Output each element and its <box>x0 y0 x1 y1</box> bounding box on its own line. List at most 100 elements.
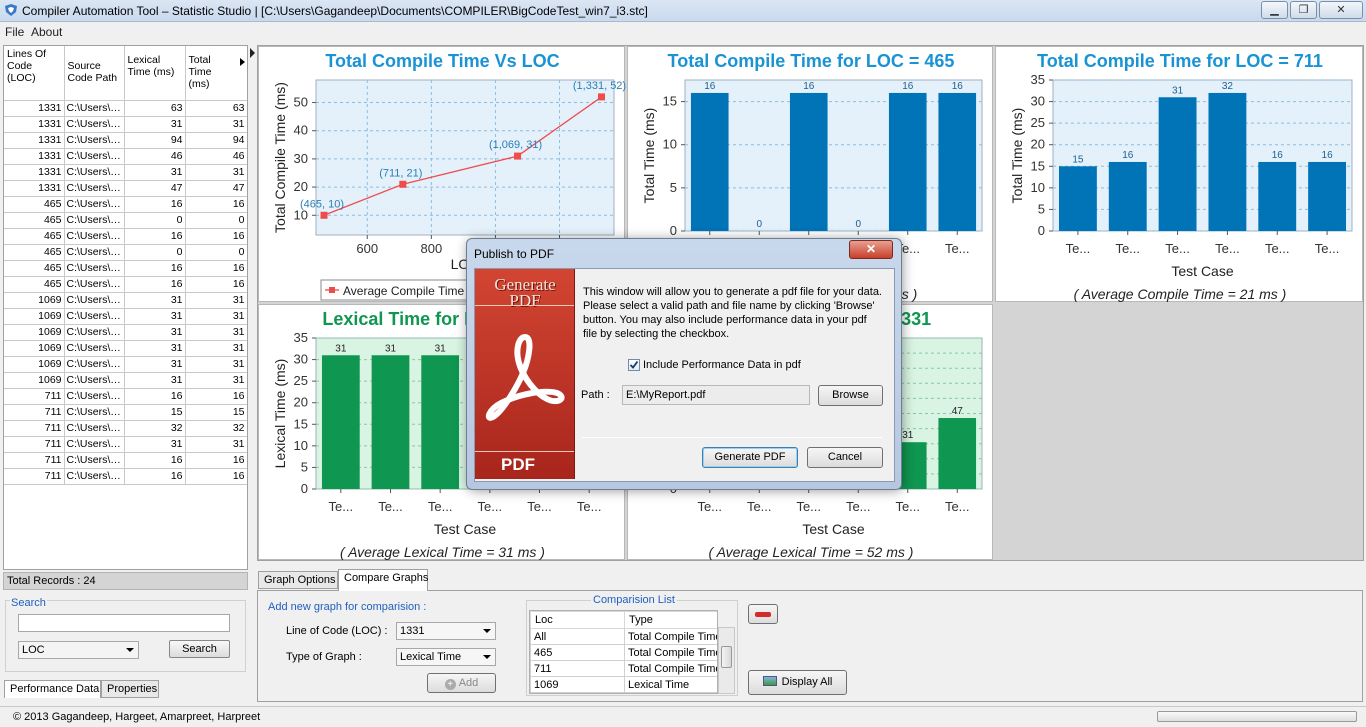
cell-source-path: C:\Users\Gagandeep\Documents <box>64 276 125 293</box>
comparison-row[interactable]: 711 Total Compile Time <box>530 660 717 677</box>
table-row[interactable]: 465C:\Users\Gagandeep\Documents00 <box>4 212 247 229</box>
menu-file[interactable]: File <box>5 25 24 39</box>
cell-loc: 1331 <box>4 180 65 197</box>
picture-icon <box>762 676 777 686</box>
chart-average-label: ( Average Compile Time = 21 ms ) <box>1074 286 1287 302</box>
column-header-loc[interactable]: Lines Of Code (LOC) <box>4 46 65 101</box>
table-row[interactable]: 1331C:\Users\Gagandeep\Documents3131 <box>4 164 247 181</box>
x-axis-label: Test Case <box>802 521 864 537</box>
table-row[interactable]: 1069C:\Users\Gagandeep\Documents3131 <box>4 324 247 341</box>
tab-graph-options[interactable]: Graph Options <box>258 571 338 589</box>
display-all-button[interactable]: Display All <box>748 670 847 695</box>
y-axis-label: Total Time (ms) <box>1009 108 1025 204</box>
comparison-cell-loc: 1331 <box>530 692 625 693</box>
generate-pdf-button[interactable]: Generate PDF <box>702 447 798 468</box>
comparison-row[interactable]: 465 Total Compile Time <box>530 644 717 661</box>
comparison-row[interactable]: 1069 Lexical Time <box>530 676 717 693</box>
cell-total-time: 16 <box>185 468 247 485</box>
search-input[interactable] <box>18 614 230 632</box>
cell-source-path: C:\Users\Gagandeep\Documents <box>64 132 125 149</box>
cell-loc: 711 <box>4 468 65 485</box>
table-row[interactable]: 465C:\Users\Gagandeep\Documents1616 <box>4 196 247 213</box>
y-tick-label: 5 <box>301 459 308 474</box>
y-tick-label: 0 <box>670 223 677 238</box>
table-row[interactable]: 465C:\Users\Gagandeep\Documents1616 <box>4 276 247 293</box>
dialog-close-button[interactable]: ✕ <box>849 240 893 259</box>
cell-lexical-time: 16 <box>124 228 186 245</box>
comparison-header-loc[interactable]: Loc <box>530 611 625 629</box>
data-point <box>514 152 522 160</box>
y-tick-label: 10 <box>294 438 308 453</box>
table-row[interactable]: 711C:\Users\Gagandeep\Documents3131 <box>4 436 247 453</box>
cell-total-time: 31 <box>185 164 247 181</box>
bar-value-label: 31 <box>335 343 347 354</box>
cell-source-path: C:\Users\Gagandeep\Documents <box>64 228 125 245</box>
column-header-total-time[interactable]: Total Time (ms) <box>185 46 247 101</box>
table-row[interactable]: 1069C:\Users\Gagandeep\Documents3131 <box>4 340 247 357</box>
bar <box>1308 161 1347 231</box>
menu-about[interactable]: About <box>31 25 62 39</box>
cancel-button[interactable]: Cancel <box>807 447 883 468</box>
collapse-arrow-icon[interactable] <box>250 48 255 58</box>
table-row[interactable]: 711C:\Users\Gagandeep\Documents3232 <box>4 420 247 437</box>
x-tick-label: Te... <box>1265 241 1290 256</box>
add-button-label: Add <box>458 677 479 689</box>
column-header-lexical-time[interactable]: Lexical Time (ms) <box>124 46 186 101</box>
loc-select[interactable]: 1331 <box>396 622 496 640</box>
tab-properties[interactable]: Properties <box>101 680 159 698</box>
table-row[interactable]: 711C:\Users\Gagandeep\Documents1515 <box>4 404 247 421</box>
table-row[interactable]: 465C:\Users\Gagandeep\Documents1616 <box>4 228 247 245</box>
add-button[interactable]: + Add <box>427 673 496 693</box>
table-row[interactable]: 711C:\Users\Gagandeep\Documents1616 <box>4 388 247 405</box>
cell-loc: 1331 <box>4 116 65 133</box>
cell-lexical-time: 16 <box>124 468 186 485</box>
comparison-scrollbar[interactable] <box>718 627 735 694</box>
cell-lexical-time: 16 <box>124 388 186 405</box>
bar <box>1258 161 1297 231</box>
comparison-row[interactable]: All Total Compile Time <box>530 628 717 645</box>
search-button[interactable]: Search <box>169 640 230 658</box>
table-row[interactable]: 1331C:\Users\Gagandeep\Documents9494 <box>4 132 247 149</box>
cell-source-path: C:\Users\Gagandeep\Documents <box>64 164 125 181</box>
cell-total-time: 63 <box>185 100 247 117</box>
table-row[interactable]: 1331C:\Users\Gagandeep\Documents6363 <box>4 100 247 117</box>
table-row[interactable]: 1069C:\Users\Gagandeep\Documents3131 <box>4 356 247 373</box>
cell-loc: 1069 <box>4 308 65 325</box>
scrollbar-thumb[interactable] <box>721 646 732 668</box>
include-performance-checkbox[interactable] <box>628 359 640 371</box>
remove-button[interactable] <box>748 604 778 624</box>
table-row[interactable]: 1069C:\Users\Gagandeep\Documents3131 <box>4 292 247 309</box>
minimize-button[interactable]: ▁ <box>1261 1 1288 19</box>
cell-loc: 711 <box>4 404 65 421</box>
bar <box>421 355 460 489</box>
cell-total-time: 16 <box>185 260 247 277</box>
comparison-row[interactable]: 1331Lexical Time <box>530 692 717 693</box>
graph-type-label: Type of Graph : <box>286 651 362 663</box>
comparison-header-type[interactable]: Type <box>624 611 717 629</box>
table-row[interactable]: 1069C:\Users\Gagandeep\Documents3131 <box>4 372 247 389</box>
comparison-cell-loc: All <box>530 628 625 645</box>
maximize-button[interactable]: ❐ <box>1290 1 1317 19</box>
close-window-button[interactable]: ✕ <box>1319 1 1363 19</box>
cell-lexical-time: 0 <box>124 212 186 229</box>
table-row[interactable]: 465C:\Users\Gagandeep\Documents00 <box>4 244 247 261</box>
table-row[interactable]: 711C:\Users\Gagandeep\Documents1616 <box>4 468 247 485</box>
search-field-select[interactable]: LOC <box>18 641 139 659</box>
table-row[interactable]: 1331C:\Users\Gagandeep\Documents4747 <box>4 180 247 197</box>
tab-compare-graphs[interactable]: Compare Graphs <box>338 569 428 591</box>
chart-svg: Total Compile Time for LOC = 711 0 5 10 15 20… <box>1009 51 1353 302</box>
table-row[interactable]: 465C:\Users\Gagandeep\Documents1616 <box>4 260 247 277</box>
table-row[interactable]: 1331C:\Users\Gagandeep\Documents4646 <box>4 148 247 165</box>
column-header-source-path[interactable]: Source Code Path <box>64 46 125 101</box>
tab-performance-data[interactable]: Performance Data <box>4 680 101 698</box>
cell-source-path: C:\Users\Gagandeep\Documents <box>64 148 125 165</box>
table-row[interactable]: 711C:\Users\Gagandeep\Documents1616 <box>4 452 247 469</box>
table-scroll-right-icon[interactable] <box>240 58 245 66</box>
table-row[interactable]: 1331C:\Users\Gagandeep\Documents3131 <box>4 116 247 133</box>
path-field[interactable]: E:\MyReport.pdf <box>622 385 810 405</box>
browse-button[interactable]: Browse <box>818 385 883 406</box>
graph-type-select[interactable]: Lexical Time <box>396 648 496 666</box>
cell-loc: 711 <box>4 436 65 453</box>
table-row[interactable]: 1069C:\Users\Gagandeep\Documents3131 <box>4 308 247 325</box>
comparison-cell-type: Lexical Time <box>624 692 717 693</box>
